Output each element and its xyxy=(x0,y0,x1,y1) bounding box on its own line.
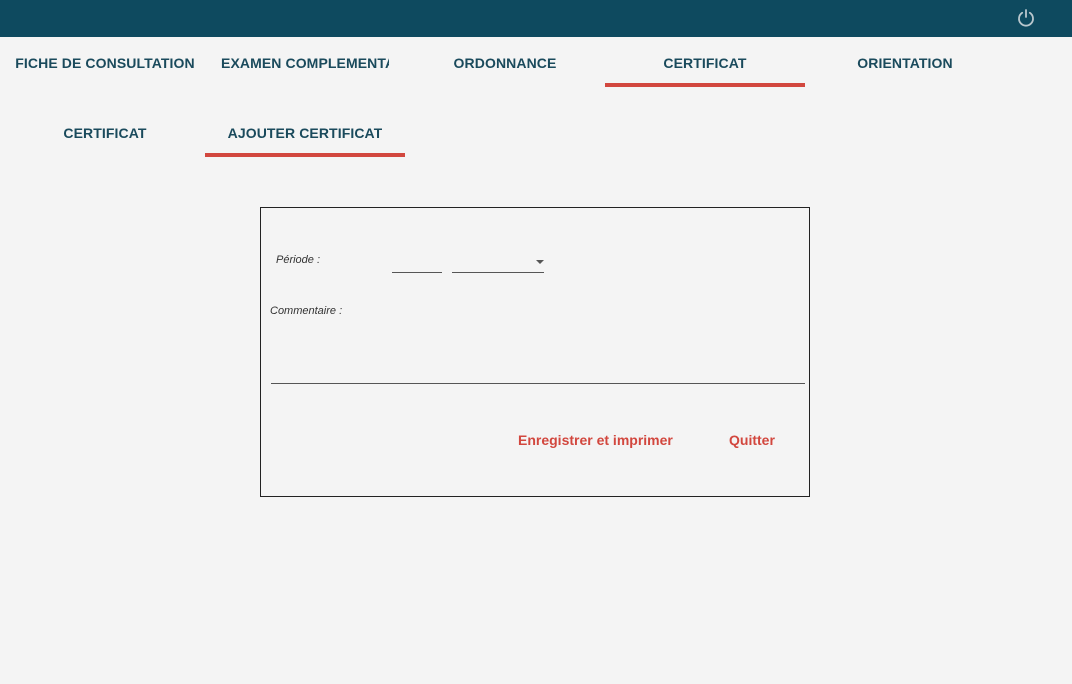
subtab-certificat[interactable]: CERTIFICAT xyxy=(5,107,205,159)
periode-label: Période : xyxy=(276,254,321,266)
subtab-ajouter-certificat[interactable]: AJOUTER CERTIFICAT xyxy=(205,107,405,159)
top-bar xyxy=(0,0,1072,37)
tab-examen-complementaire[interactable]: EXAMEN COMPLEMENTAIRE xyxy=(205,37,405,89)
main-tab-bar: FICHE DE CONSULTATION EXAMEN COMPLEMENTA… xyxy=(0,37,1072,89)
tab-label: FICHE DE CONSULTATION xyxy=(15,55,195,71)
quit-button[interactable]: Quitter xyxy=(729,432,775,448)
commentaire-textarea[interactable] xyxy=(271,328,805,384)
tab-label: EXAMEN COMPLEMENTAIRE xyxy=(221,55,389,71)
commentaire-label: Commentaire : xyxy=(270,305,343,317)
tab-label: ORDONNANCE xyxy=(453,55,557,71)
tab-label: CERTIFICAT xyxy=(663,55,747,71)
tab-label: ORIENTATION xyxy=(857,55,953,71)
periode-unit-select[interactable] xyxy=(452,254,544,273)
add-certificate-form: Période : Commentaire : Enregistrer et i… xyxy=(260,207,810,497)
tab-certificat[interactable]: CERTIFICAT xyxy=(605,37,805,89)
tab-label: AJOUTER CERTIFICAT xyxy=(227,125,383,141)
tab-label: CERTIFICAT xyxy=(63,125,147,141)
periode-input[interactable] xyxy=(392,254,442,273)
tab-fiche-de-consultation[interactable]: FICHE DE CONSULTATION xyxy=(5,37,205,89)
save-and-print-button[interactable]: Enregistrer et imprimer xyxy=(518,432,673,448)
power-icon[interactable] xyxy=(1016,8,1036,28)
chevron-down-icon xyxy=(536,260,544,264)
tab-ordonnance[interactable]: ORDONNANCE xyxy=(405,37,605,89)
tab-orientation[interactable]: ORIENTATION xyxy=(805,37,1005,89)
sub-tab-bar: CERTIFICAT AJOUTER CERTIFICAT xyxy=(0,107,1072,159)
